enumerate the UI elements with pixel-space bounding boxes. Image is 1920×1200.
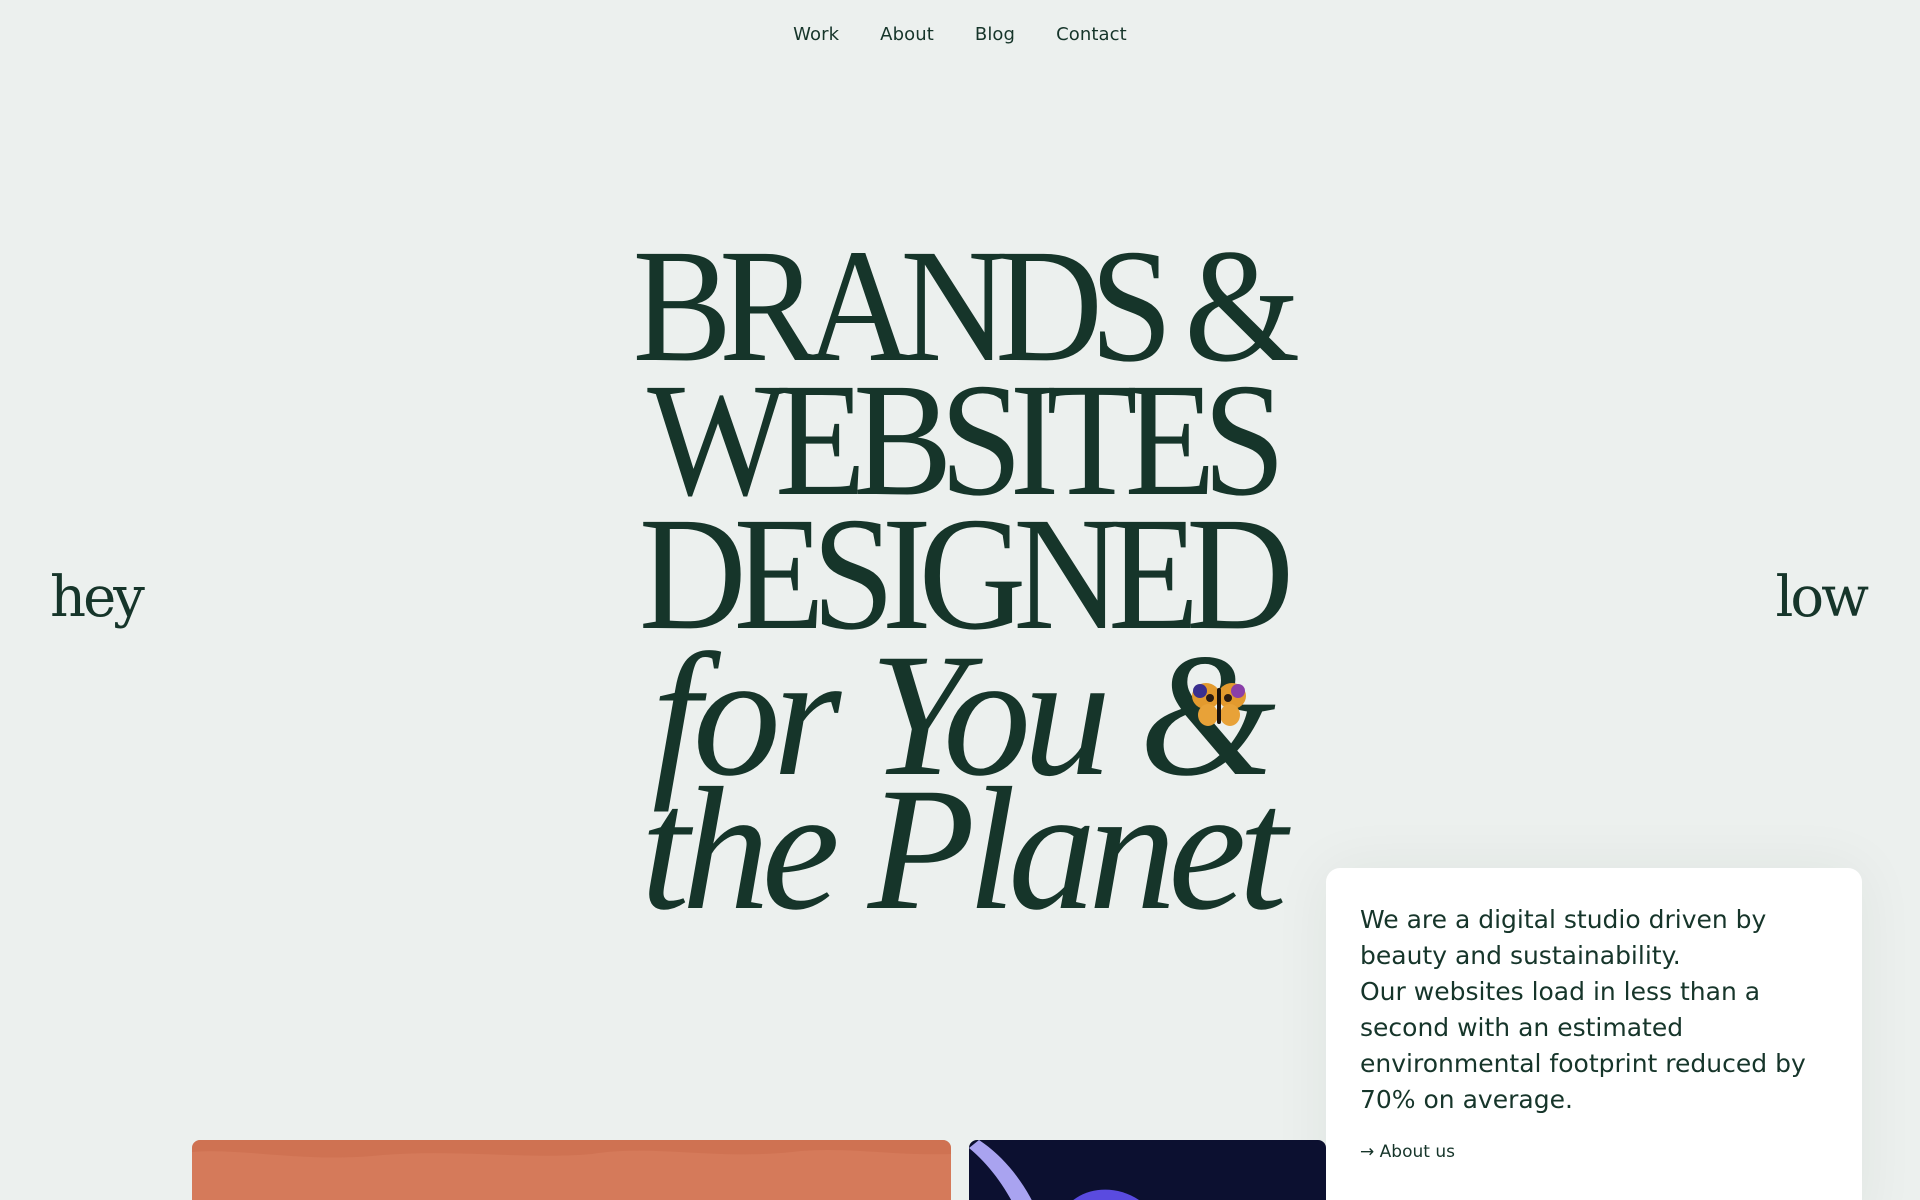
thumbnail-artwork	[192, 1140, 951, 1158]
project-thumbnail-navy[interactable]	[969, 1140, 1326, 1200]
intro-card: We are a digital studio driven by beauty…	[1326, 868, 1862, 1200]
hero-line-1: BRANDS &	[632, 217, 1301, 396]
project-thumbnail-orange[interactable]	[192, 1140, 951, 1200]
intro-text-2: Our websites load in less than a second …	[1360, 977, 1806, 1114]
hero-headline: BRANDS & WEBSITES DESIGNED for You & the…	[560, 217, 1360, 947]
logo-right-word: low	[1775, 565, 1869, 630]
nav-item-blog[interactable]: Blog	[975, 24, 1015, 45]
nav-item-contact[interactable]: Contact	[1056, 24, 1127, 45]
nav-item-about[interactable]: About	[880, 24, 934, 45]
hero-line-5: the Planet	[640, 752, 1287, 947]
main-nav: Work About Blog Contact	[0, 24, 1920, 45]
intro-text-1: We are a digital studio driven by beauty…	[1360, 905, 1767, 970]
hero-line-2: WEBSITES	[647, 351, 1285, 530]
butterfly-icon	[1192, 683, 1246, 726]
logo-left-word: hey	[50, 565, 145, 630]
nav-item-work[interactable]: Work	[793, 24, 839, 45]
about-us-link[interactable]: → About us	[1360, 1142, 1455, 1162]
thumbnail-artwork	[969, 1140, 1139, 1200]
hero-line-3: DESIGNED	[638, 485, 1294, 664]
